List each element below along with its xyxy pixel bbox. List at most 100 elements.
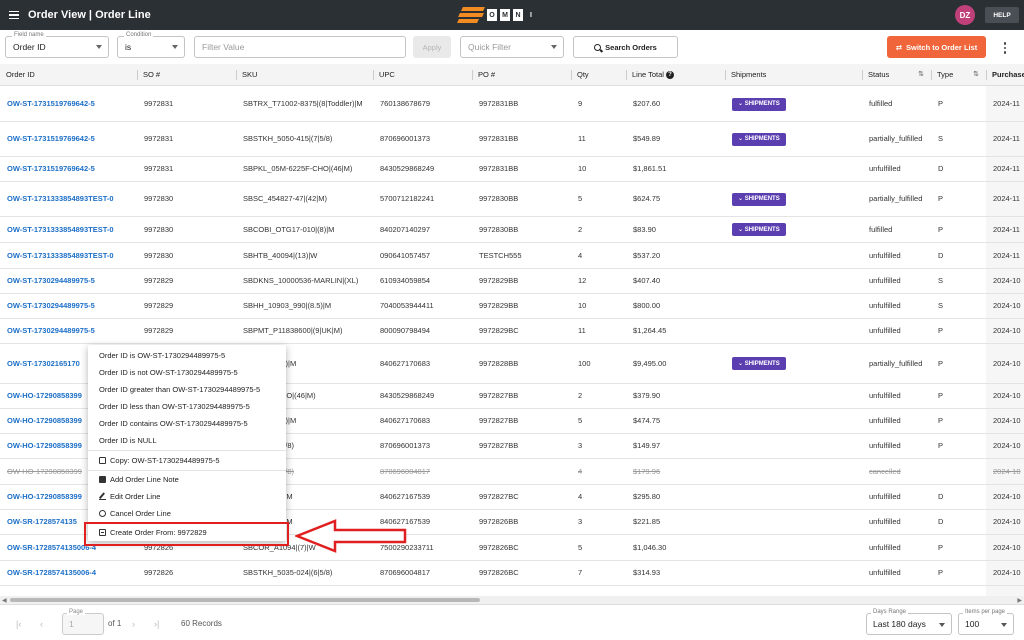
items-per-page-select[interactable]: Items per page 100 [958, 609, 1014, 635]
table-row[interactable]: OW-ST-1731333854893TEST-0 9972830 SBCOBI_O… [0, 217, 1024, 243]
shipments-cell [725, 510, 861, 534]
table-row[interactable]: OW-ST-1730294489975-5 9972829 SBPMT_P11838… [0, 319, 1024, 344]
prev-page-icon[interactable]: ‹ [40, 619, 43, 629]
ctx-cancel[interactable]: Cancel Order Line [88, 505, 286, 521]
cell-status: unfulfilled [869, 250, 901, 260]
table-row[interactable]: OW-ST-1730294489975-5 9972829 SBHH_10903_9… [0, 294, 1024, 319]
col-header-status[interactable]: Status ⇅ [862, 64, 930, 86]
ctx-copy[interactable]: Copy: OW-ST-1730294489975-5 [88, 452, 286, 468]
cell-total: $1,046.30 [633, 542, 667, 552]
col-header-shipments[interactable]: Shipments [725, 64, 861, 86]
col-header-purchase[interactable]: Purchase [986, 64, 1024, 86]
col-header-qty[interactable]: Qty [571, 64, 625, 86]
table-row[interactable]: OW-ST-1730294489975-5 9972829 SBDKNS_10000… [0, 269, 1024, 294]
cell-order-id[interactable]: OW-ST-1731519769642-5 [0, 87, 136, 121]
cell-type: P [938, 568, 944, 577]
scroll-right-icon[interactable]: ▶ [1017, 597, 1022, 604]
ctx-add-note[interactable]: Add Order Line Note [88, 471, 286, 487]
shipments-cell [725, 384, 861, 408]
ctx-filter-null[interactable]: Order ID is NULL [88, 432, 286, 448]
cell-status: cancelled [869, 466, 901, 476]
cell-order-id[interactable]: OW-SR-1728574135006-4 [0, 561, 136, 585]
omni-logo[interactable]: O M N I [457, 6, 536, 24]
col-header-line-total[interactable]: Line Total? [626, 64, 724, 86]
horizontal-scrollbar[interactable]: ◀ ▶ [0, 596, 1024, 604]
col-header-type[interactable]: Type ⇅ [931, 64, 985, 86]
page-input[interactable]: Page 1 [62, 609, 104, 635]
switch-to-order-list-button[interactable]: ⇄ Switch to Order List [887, 36, 986, 58]
quick-filter-select[interactable]: Quick Filter [460, 36, 564, 58]
shipments-cell [725, 459, 861, 484]
ctx-filter-contains[interactable]: Order ID contains OW-ST-1730294489975-5 [88, 415, 286, 431]
table-row[interactable]: OW-ST-1731519769642-5 9972831 SBTRX_T71002… [0, 87, 1024, 122]
shipments-cell [725, 535, 861, 560]
days-range-select[interactable]: Days Range Last 180 days [866, 609, 952, 635]
cell-order-id[interactable]: OW-ST-1731333854893TEST-0 [0, 182, 136, 216]
next-page-icon[interactable]: › [132, 619, 135, 629]
cell-order-id[interactable]: OW-ST-1731333854893TEST-0 [0, 217, 136, 242]
info-icon[interactable]: ? [665, 71, 674, 80]
cell-qty: 7 [578, 568, 583, 577]
cell-upc: 870696004817 [380, 466, 431, 476]
col-header-order-id[interactable]: Order ID [0, 64, 136, 86]
sort-icon[interactable]: ⇅ [918, 64, 924, 86]
cell-order-id[interactable]: OW-ST-1730294489975-5 [0, 294, 136, 318]
help-button[interactable]: HELP [985, 7, 1019, 23]
cell-order-id[interactable]: OW-ST-1730294489975-5 [0, 319, 136, 343]
apply-button[interactable]: Apply [413, 36, 451, 58]
filter-value-input[interactable]: Filter Value [194, 36, 406, 58]
cell-qty: 2 [578, 391, 583, 400]
shipments-button[interactable]: ⌄ SHIPMENTS [732, 357, 786, 370]
cell-purchase: 2024-11 [993, 194, 1020, 203]
shipments-button[interactable]: ⌄ SHIPMENTS [732, 132, 786, 146]
cell-po: 9972827BB [479, 416, 519, 425]
search-orders-button[interactable]: Search Orders [573, 36, 678, 58]
ctx-edit[interactable]: Edit Order Line [88, 488, 286, 504]
highlight-box [84, 522, 289, 546]
scroll-left-icon[interactable]: ◀ [2, 597, 7, 604]
cell-status: unfulfilled [869, 441, 901, 450]
cell-upc: 090641057457 [380, 250, 431, 260]
cell-po: 9972831BB [479, 134, 519, 143]
shipments-button[interactable]: ⌄ SHIPMENTS [732, 223, 786, 236]
condition-select[interactable]: Condition is [117, 32, 185, 58]
ctx-filter-is[interactable]: Order ID is OW-ST-1730294489975-5 [88, 347, 286, 363]
table-row[interactable]: OW-ST-1731333854893TEST-0 9972830 SBSC_454… [0, 182, 1024, 217]
table-row[interactable]: OW-ST-1731519769642-5 9972831 SBPKL_05M-62… [0, 157, 1024, 182]
first-page-icon[interactable]: |‹ [16, 619, 21, 629]
cell-po: 9972829BB [479, 301, 519, 310]
col-header-upc[interactable]: UPC [373, 64, 471, 86]
ctx-filter-is-not[interactable]: Order ID is not OW-ST-1730294489975-5 [88, 364, 286, 380]
field-name-select[interactable]: Field name Order ID [5, 32, 109, 58]
cell-qty: 10 [578, 301, 587, 310]
menu-icon[interactable] [9, 10, 19, 20]
cell-status: partially_fulfilled [869, 358, 923, 368]
cell-order-id[interactable]: OW-ST-1730294489975-5 [0, 269, 136, 293]
cell-upc: 840627167539 [380, 492, 431, 501]
sort-icon[interactable]: ⇅ [973, 64, 979, 86]
search-orders-label: Search Orders [605, 42, 657, 52]
table-row[interactable]: OW-ST-1731333854893TEST-0 9972830 SBHTB_40… [0, 243, 1024, 269]
cancel-circle-icon [99, 509, 106, 517]
more-options-icon[interactable] [1003, 42, 1007, 54]
cell-order-id[interactable]: OW-ST-1731333854893TEST-0 [0, 243, 136, 268]
shipments-cell: ⌄ SHIPMENTS [725, 344, 861, 383]
table-row[interactable]: OW-SR-1728574135006-4 9972826 SBSTKH_5035-… [0, 561, 1024, 586]
cell-order-id[interactable]: OW-ST-1731519769642-5 [0, 157, 136, 181]
cell-qty: 12 [578, 276, 587, 285]
table-row[interactable]: OW-ST-1731519769642-5 9972831 SBSTKH_5050-… [0, 122, 1024, 157]
shipments-button[interactable]: ⌄ SHIPMENTS [732, 97, 786, 111]
last-page-icon[interactable]: ›| [154, 619, 159, 629]
col-header-sku[interactable]: SKU [236, 64, 372, 86]
scrollbar-thumb[interactable] [10, 598, 480, 602]
ctx-filter-greater[interactable]: Order ID greater than OW-ST-173029448997… [88, 381, 286, 397]
col-header-po[interactable]: PO # [472, 64, 570, 86]
ctx-filter-less[interactable]: Order ID less than OW-ST-1730294489975-5 [88, 398, 286, 414]
cell-upc: 840207140297 [380, 224, 431, 234]
cell-order-id[interactable]: OW-ST-1731519769642-5 [0, 122, 136, 156]
col-header-so[interactable]: SO # [137, 64, 235, 86]
shipments-button[interactable]: ⌄ SHIPMENTS [732, 192, 786, 206]
avatar[interactable]: DZ [955, 5, 975, 25]
shipments-cell [725, 409, 861, 433]
cell-purchase: 2024-10 [993, 492, 1021, 501]
